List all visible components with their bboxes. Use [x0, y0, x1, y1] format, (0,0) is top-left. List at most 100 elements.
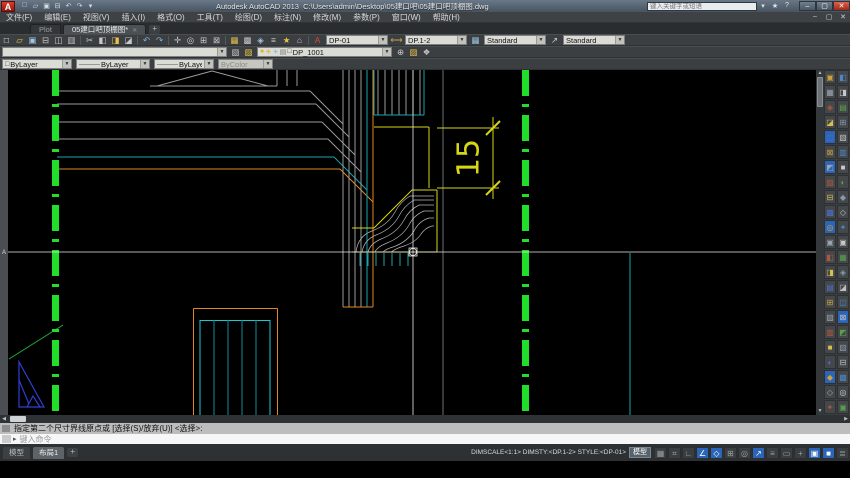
status-toggle-icon[interactable]: ■	[822, 447, 835, 459]
doc-restore-button[interactable]: ▢	[822, 13, 836, 21]
qat-icon[interactable]: ▱	[30, 2, 41, 10]
standard-toolbar-icon[interactable]: □	[0, 35, 13, 46]
cad-tool-icon[interactable]: ◈	[824, 100, 836, 114]
cad-tool-icon[interactable]: ⊞	[824, 295, 836, 309]
menu-item[interactable]: 编辑(E)	[38, 12, 77, 23]
cad-tool-icon[interactable]: ◫	[824, 130, 836, 144]
layer-tool-icon[interactable]: ▧	[229, 47, 242, 58]
menu-item[interactable]: 窗口(W)	[386, 12, 427, 23]
menu-item[interactable]: 工具(T)	[191, 12, 229, 23]
layer-state-icon[interactable]: ▨	[407, 47, 420, 58]
standard-toolbar-icon[interactable]: ⊞	[197, 35, 210, 46]
layer-combo[interactable]: ●☀☀▤□ DP_1001▼	[257, 47, 392, 57]
standard-toolbar-icon[interactable]: ⊠	[210, 35, 223, 46]
status-toggle-icon[interactable]: ≡	[766, 447, 779, 459]
minimize-button[interactable]: –	[799, 1, 816, 11]
qat-icon[interactable]: ▣	[41, 2, 52, 10]
cad-tool-icon[interactable]: ◎	[824, 220, 836, 234]
standard-toolbar-icon[interactable]: ◪	[122, 35, 135, 46]
infocenter-icon[interactable]: ★	[769, 2, 781, 10]
layer-status-icon[interactable]: ☀	[273, 48, 279, 56]
cad-tool-icon[interactable]: ▥	[837, 145, 849, 159]
status-toggle-icon[interactable]: ↗	[752, 447, 765, 459]
status-toggle-icon[interactable]: ∠	[696, 447, 709, 459]
layout-tab[interactable]: 布局1	[33, 447, 64, 459]
cad-tool-icon[interactable]: ◇	[824, 385, 836, 399]
cad-tool-icon[interactable]: ◇	[837, 205, 849, 219]
lineweight-combo[interactable]: ——— ByLayer▼	[154, 59, 214, 69]
status-toggle-icon[interactable]: ⌗	[668, 447, 681, 459]
model-canvas[interactable]: 15	[8, 70, 816, 415]
status-toggle-icon[interactable]: ◎	[738, 447, 751, 459]
scroll-down-icon[interactable]: ▼	[818, 408, 823, 415]
mleader-style-combo[interactable]: Standard▼	[563, 35, 625, 45]
cad-tool-icon[interactable]: ▧	[837, 130, 849, 144]
layer-status-icon[interactable]: □	[287, 48, 291, 56]
cad-tool-icon[interactable]: ◨	[824, 265, 836, 279]
status-toggle-icon[interactable]: +	[794, 447, 807, 459]
standard-toolbar-icon[interactable]: ▣	[26, 35, 39, 46]
cad-tool-icon[interactable]: ⊟	[837, 355, 849, 369]
cad-tool-icon[interactable]: ▧	[824, 310, 836, 324]
cad-tool-icon[interactable]: ■	[824, 340, 836, 354]
cad-tool-icon[interactable]: ▤	[837, 100, 849, 114]
status-toggle-icon[interactable]: ▦	[654, 447, 667, 459]
dim-style-combo[interactable]: DP.1-2▼	[405, 35, 467, 45]
linetype-combo[interactable]: ——— ByLayer▼	[76, 59, 150, 69]
file-tab-active[interactable]: 05建口吧顶棚图*✕	[63, 24, 146, 34]
doc-minimize-button[interactable]: –	[808, 13, 822, 21]
menu-item[interactable]: 文件(F)	[0, 12, 38, 23]
cad-tool-icon[interactable]: ⊠	[837, 310, 849, 324]
new-tab-button[interactable]: +	[149, 25, 160, 34]
status-toggle-icon[interactable]: ▣	[808, 447, 821, 459]
status-toggle-icon[interactable]: ∟	[682, 447, 695, 459]
cad-tool-icon[interactable]: ◪	[824, 115, 836, 129]
cad-tool-icon[interactable]: ▣	[837, 235, 849, 249]
status-toggle-icon[interactable]: ▭	[780, 447, 793, 459]
cad-tool-icon[interactable]: ▣	[824, 235, 836, 249]
cad-tool-icon[interactable]: ▦	[824, 85, 836, 99]
add-layout-button[interactable]: +	[67, 448, 78, 457]
menu-item[interactable]: 插入(I)	[116, 12, 152, 23]
autocad-logo-icon[interactable]: A	[1, 1, 15, 12]
menu-item[interactable]: 标注(N)	[268, 12, 307, 23]
cad-tool-icon[interactable]: ▩	[837, 370, 849, 384]
menu-item[interactable]: 帮助(H)	[427, 12, 466, 23]
standard-toolbar-icon[interactable]: ◧	[96, 35, 109, 46]
horizontal-scrollbar[interactable]: ◀ ▶	[0, 415, 850, 423]
cad-tool-icon[interactable]: ◆	[837, 190, 849, 204]
status-toggle-icon[interactable]: ⊞	[724, 447, 737, 459]
cad-tool-icon[interactable]: ◆	[824, 370, 836, 384]
menu-item[interactable]: 格式(O)	[151, 12, 191, 23]
scroll-up-icon[interactable]: ▲	[818, 70, 823, 77]
standard-toolbar-icon[interactable]: ◈	[254, 35, 267, 46]
standard-toolbar-icon[interactable]: ▦	[228, 35, 241, 46]
menu-item[interactable]: 视图(V)	[77, 12, 116, 23]
cad-tool-icon[interactable]: ▦	[837, 250, 849, 264]
infocenter-search-input[interactable]	[647, 2, 757, 11]
standard-toolbar-icon[interactable]: ✂	[83, 35, 96, 46]
qat-icon[interactable]: ⊟	[52, 2, 63, 10]
standard-toolbar-icon[interactable]: ◫	[52, 35, 65, 46]
menu-item[interactable]: 参数(P)	[347, 12, 386, 23]
layer-status-icon[interactable]: ▤	[280, 48, 287, 56]
status-toggle-icon[interactable]: ≣	[836, 447, 849, 459]
maximize-button[interactable]: ▢	[816, 1, 833, 11]
cad-tool-icon[interactable]: ◈	[837, 265, 849, 279]
workspace-combo[interactable]: ▼	[2, 47, 227, 57]
standard-toolbar-icon[interactable]: ▥	[65, 35, 78, 46]
cad-tool-icon[interactable]: ⊠	[824, 145, 836, 159]
cad-tool-icon[interactable]: ■	[837, 160, 849, 174]
menu-item[interactable]: 修改(M)	[307, 12, 347, 23]
vertical-scrollbar[interactable]: ▲ ▼	[816, 70, 824, 415]
standard-toolbar-icon[interactable]: ⊟	[39, 35, 52, 46]
qat-icon[interactable]: ▾	[85, 2, 96, 10]
standard-toolbar-icon[interactable]: ◎	[184, 35, 197, 46]
cad-tool-icon[interactable]: ✦	[824, 400, 836, 414]
cad-tool-icon[interactable]: ⊟	[824, 190, 836, 204]
layer-status-icon[interactable]: ●	[260, 48, 264, 56]
cad-tool-icon[interactable]: ✦	[837, 220, 849, 234]
standard-toolbar-icon[interactable]: ≡	[267, 35, 280, 46]
scroll-right-icon[interactable]: ▶	[842, 416, 850, 422]
status-toggle-icon[interactable]: ◇	[710, 447, 723, 459]
